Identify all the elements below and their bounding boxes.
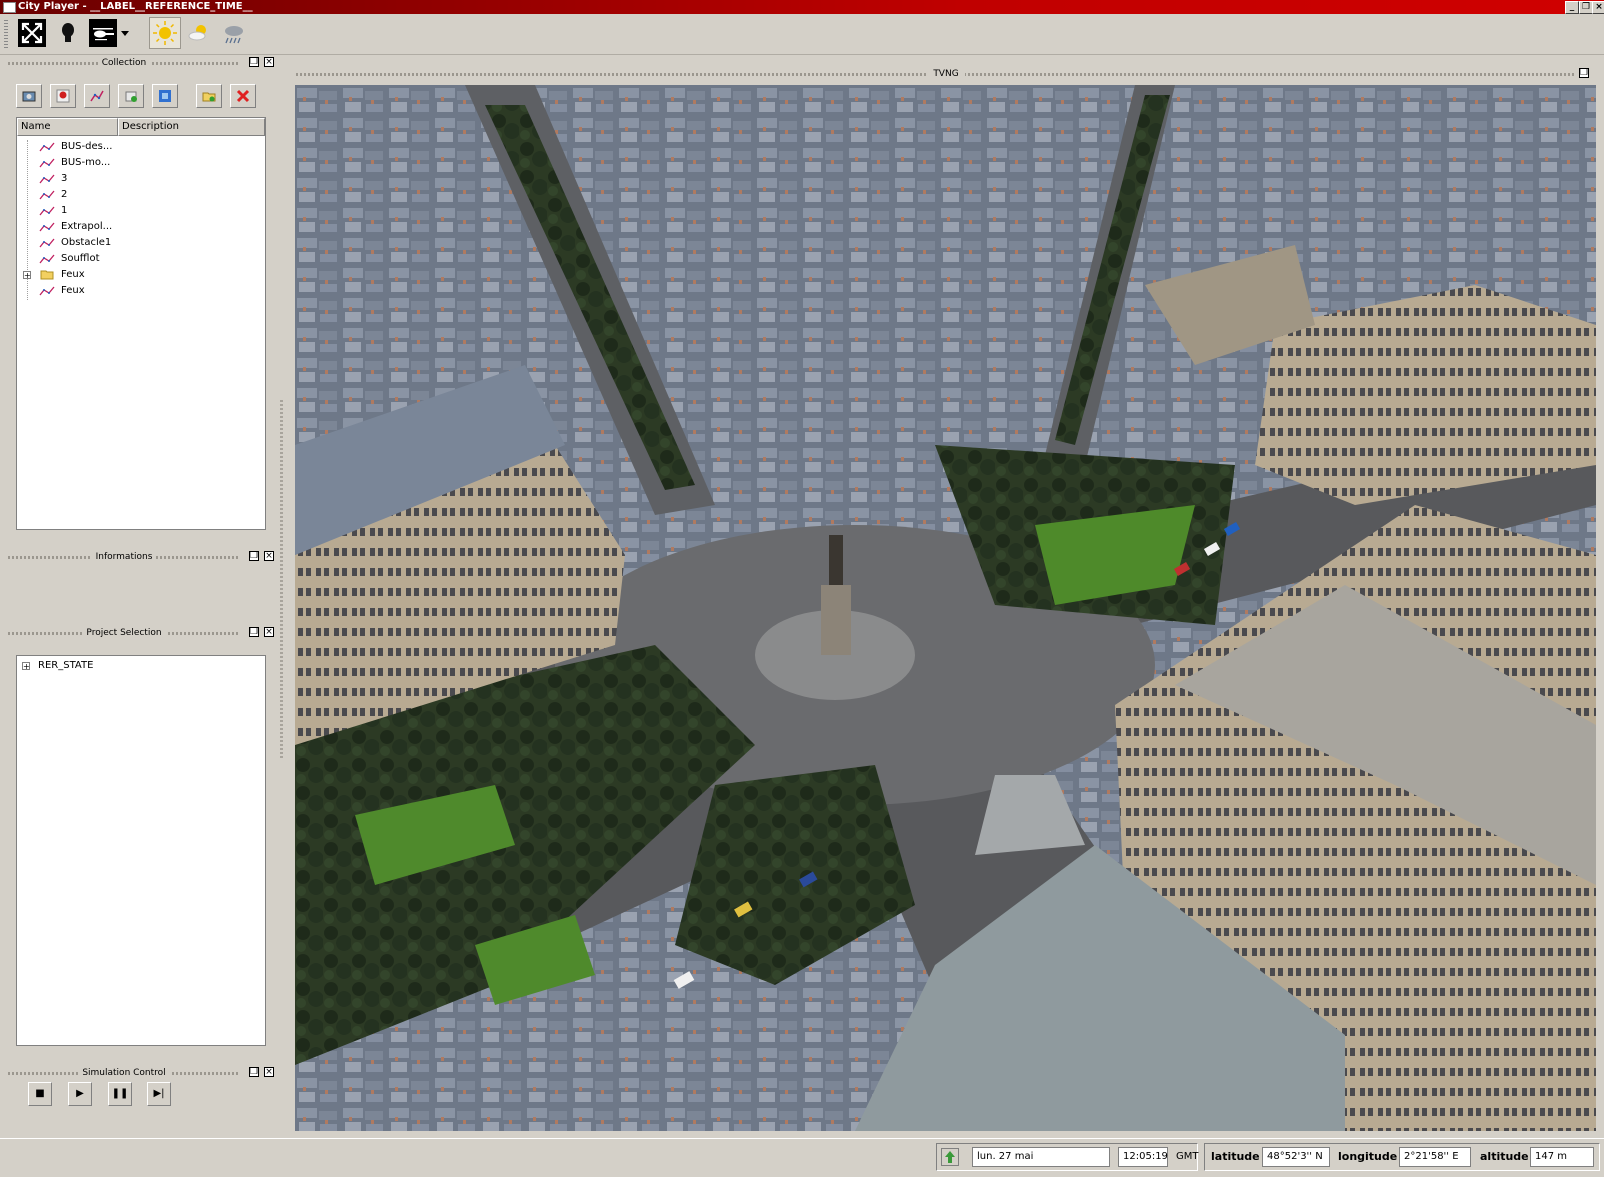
toolbar-grip[interactable] bbox=[4, 20, 8, 48]
app-icon bbox=[3, 2, 16, 13]
camera-icon bbox=[22, 91, 36, 102]
play-icon: ▶ bbox=[76, 1088, 84, 1099]
path-icon bbox=[39, 222, 55, 232]
column-description[interactable]: Description bbox=[118, 118, 265, 136]
folder-icon bbox=[40, 270, 54, 280]
delete-button[interactable] bbox=[230, 84, 256, 108]
close-panel-icon[interactable]: × bbox=[264, 57, 274, 67]
helicopter-icon[interactable] bbox=[89, 19, 117, 47]
float-panel-icon[interactable]: ❐ bbox=[249, 1067, 259, 1077]
pin-icon bbox=[56, 89, 70, 103]
triangle-down-icon[interactable] bbox=[119, 19, 131, 47]
minimize-icon[interactable]: _ bbox=[1565, 1, 1579, 14]
add-zone-button[interactable] bbox=[152, 84, 178, 108]
status-bar: lun. 27 mai 12:05:19 GMT latitude 48°52'… bbox=[0, 1138, 1604, 1177]
longitude-label: longitude bbox=[1338, 1150, 1398, 1163]
timezone-label: GMT bbox=[1176, 1151, 1199, 1162]
light-bulb-icon[interactable] bbox=[54, 19, 82, 47]
red-x-icon bbox=[236, 89, 250, 103]
float-panel-icon[interactable]: ❐ bbox=[249, 551, 259, 561]
expand-icon[interactable]: + bbox=[22, 662, 30, 671]
pause-button[interactable]: ❚❚ bbox=[108, 1082, 132, 1106]
add-object-button[interactable] bbox=[118, 84, 144, 108]
view-panel-header: TVNG ❐ bbox=[296, 67, 1596, 81]
collection-panel-header: Collection ❐ × bbox=[8, 56, 276, 70]
informations-title: Informations bbox=[91, 552, 157, 562]
stop-icon: ■ bbox=[35, 1088, 45, 1099]
close-panel-icon[interactable]: × bbox=[264, 551, 274, 561]
collection-tree[interactable]: Name Description BUS-des... BUS-mo... 3 … bbox=[16, 117, 266, 530]
longitude-field[interactable]: 2°21'58'' E bbox=[1399, 1147, 1471, 1167]
float-panel-icon[interactable]: ❐ bbox=[1579, 68, 1589, 78]
latitude-field[interactable]: 48°52'3'' N bbox=[1262, 1147, 1330, 1167]
simulation-control-panel-header: Simulation Control ❐ × bbox=[8, 1066, 276, 1080]
close-panel-icon[interactable]: × bbox=[264, 627, 274, 637]
project-selection-panel-header: Project Selection ❐ × bbox=[8, 626, 276, 640]
pause-icon: ❚❚ bbox=[111, 1088, 129, 1099]
date-field[interactable]: lun. 27 mai bbox=[972, 1147, 1110, 1167]
restore-icon[interactable]: ❐ bbox=[1579, 1, 1593, 14]
column-name[interactable]: Name bbox=[17, 118, 118, 136]
path-icon bbox=[39, 286, 55, 296]
simulation-control-title: Simulation Control bbox=[78, 1068, 170, 1078]
path-icon bbox=[39, 254, 55, 264]
project-tree[interactable]: + RER_STATE bbox=[16, 655, 266, 1046]
expand-arrows-icon[interactable] bbox=[18, 19, 46, 47]
float-panel-icon[interactable]: ❐ bbox=[249, 57, 259, 67]
window-titlebar: City Player - __LABEL__REFERENCE_TIME__ … bbox=[0, 0, 1604, 14]
path-icon bbox=[39, 190, 55, 200]
path-icon bbox=[90, 90, 104, 102]
project-selection-title: Project Selection bbox=[82, 628, 166, 638]
sun-icon[interactable] bbox=[149, 17, 181, 49]
panel-splitter[interactable] bbox=[280, 400, 283, 760]
window-title: City Player - __LABEL__REFERENCE_TIME__ bbox=[18, 1, 253, 12]
folder-add-icon bbox=[202, 92, 216, 102]
close-window-icon[interactable]: × bbox=[1592, 1, 1604, 14]
view-title: TVNG bbox=[927, 69, 965, 79]
stop-button[interactable]: ■ bbox=[28, 1082, 52, 1106]
path-icon bbox=[39, 158, 55, 168]
step-forward-button[interactable]: ▶| bbox=[147, 1082, 171, 1106]
up-arrow-icon[interactable] bbox=[941, 1148, 959, 1166]
add-camera-button[interactable] bbox=[16, 84, 42, 108]
sun-cloud-icon[interactable] bbox=[185, 19, 213, 47]
float-panel-icon[interactable]: ❐ bbox=[249, 627, 259, 637]
main-toolbar bbox=[0, 14, 1604, 55]
path-icon bbox=[39, 174, 55, 184]
close-panel-icon[interactable]: × bbox=[264, 1067, 274, 1077]
time-field[interactable]: 12:05:19 bbox=[1118, 1147, 1168, 1167]
expand-icon[interactable]: + bbox=[23, 271, 31, 280]
path-icon bbox=[39, 142, 55, 152]
zone-icon bbox=[159, 90, 171, 102]
latitude-label: latitude bbox=[1211, 1150, 1260, 1163]
object-icon bbox=[125, 91, 137, 102]
add-folder-button[interactable] bbox=[196, 84, 222, 108]
add-path-button[interactable] bbox=[84, 84, 110, 108]
collection-title: Collection bbox=[97, 58, 151, 68]
aerial-city-scene bbox=[295, 85, 1596, 1131]
altitude-label: altitude bbox=[1480, 1150, 1529, 1163]
informations-panel-header: Informations ❐ × bbox=[8, 550, 276, 564]
3d-city-view[interactable] bbox=[295, 85, 1596, 1131]
path-icon bbox=[39, 206, 55, 216]
rain-cloud-icon[interactable] bbox=[220, 19, 248, 47]
altitude-field[interactable]: 147 m bbox=[1530, 1147, 1594, 1167]
step-forward-icon: ▶| bbox=[153, 1088, 165, 1099]
play-button[interactable]: ▶ bbox=[68, 1082, 92, 1106]
path-icon bbox=[39, 238, 55, 248]
add-marker-button[interactable] bbox=[50, 84, 76, 108]
